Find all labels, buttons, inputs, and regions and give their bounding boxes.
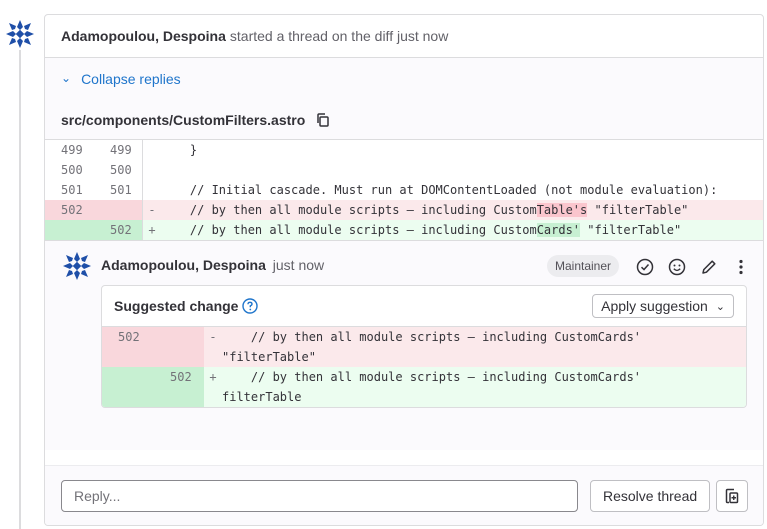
new-line-number <box>154 327 204 367</box>
apply-suggestion-label: Apply suggestion <box>601 298 708 314</box>
note-comment: Adamopoulou, Despoina just now Maintaine… <box>45 240 763 450</box>
role-badge: Maintainer <box>547 255 620 277</box>
diff-code-text: "filterTable" <box>587 203 689 217</box>
note-time[interactable]: just now <box>273 257 324 273</box>
old-line-number[interactable]: 501 <box>45 180 94 200</box>
suggestion-code: // by then all module scripts — includin… <box>222 370 642 404</box>
old-line-number <box>102 367 154 407</box>
chevron-down-icon: ⌄ <box>61 71 72 85</box>
help-icon[interactable] <box>242 298 259 314</box>
note-author[interactable]: Adamopoulou, Despoina <box>101 257 266 273</box>
suggestion-code: // by then all module scripts — includin… <box>222 330 642 364</box>
diff-code-text: // by then all module scripts — includin… <box>161 203 537 217</box>
note-header: Adamopoulou, Despoina just now <box>101 257 324 273</box>
old-line-number[interactable]: 499 <box>45 140 94 160</box>
suggestion-line-removed: 502 - // by then all module scripts — in… <box>102 327 746 367</box>
reply-area: Reply... Resolve thread <box>45 465 763 525</box>
collapse-replies-button[interactable]: ⌄ Collapse replies <box>45 58 763 100</box>
diff-line: 500 500 <box>45 160 763 180</box>
diff-code <box>161 160 763 180</box>
reply-input[interactable]: Reply... <box>61 480 578 512</box>
diff-code: // by then all module scripts — includin… <box>161 200 763 220</box>
thread-author[interactable]: Adamopoulou, Despoina <box>61 28 226 44</box>
new-line-number[interactable] <box>94 200 143 220</box>
thread-header: Adamopoulou, Despoina started a thread o… <box>45 15 763 58</box>
file-header: src/components/CustomFilters.astro <box>45 100 763 140</box>
resolve-check-icon[interactable] <box>633 255 657 279</box>
suggested-change-header: Suggested change Apply suggestion ⌄ <box>102 286 746 327</box>
new-line-number[interactable]: 501 <box>94 180 143 200</box>
old-line-number[interactable]: 500 <box>45 160 94 180</box>
discussion-thread: Adamopoulou, Despoina started a thread o… <box>44 14 764 526</box>
suggested-change-box: Suggested change Apply suggestion ⌄ 502 … <box>101 285 747 408</box>
old-line-number[interactable]: 502 <box>45 200 94 220</box>
diff-code: } <box>161 143 198 157</box>
diff-sign: + <box>148 223 156 237</box>
diff-line-removed: 502 - // by then all module scripts — in… <box>45 200 763 220</box>
note-author-avatar[interactable] <box>61 250 93 282</box>
file-path: src/components/CustomFilters.astro <box>61 111 306 128</box>
diff-line: 499 499 } <box>45 140 763 160</box>
thread-action: started a thread on the diff just now <box>229 28 449 44</box>
apply-suggestion-button[interactable]: Apply suggestion ⌄ <box>592 294 734 318</box>
diff-sign: + <box>209 370 217 384</box>
timeline-line <box>19 50 21 529</box>
diff-code-text: // by then all module scripts — includin… <box>161 223 537 237</box>
diff-highlight-removed: Table's <box>536 203 588 217</box>
diff-code-text: "filterTable" <box>580 223 682 237</box>
new-line-number[interactable]: 499 <box>94 140 143 160</box>
diff-sign <box>143 160 161 180</box>
copy-icon[interactable] <box>315 112 331 128</box>
diff-code: // by then all module scripts — includin… <box>161 220 763 240</box>
new-line-number[interactable]: 500 <box>94 160 143 180</box>
more-actions-icon[interactable] <box>729 255 753 279</box>
suggestion-line-added: 502 + // by then all module scripts — in… <box>102 367 746 407</box>
chevron-down-icon: ⌄ <box>715 300 725 313</box>
edit-pencil-icon[interactable] <box>697 255 721 279</box>
diff-line: 501 501 // Initial cascade. Must run at … <box>45 180 763 200</box>
new-line-number[interactable]: 502 <box>94 220 143 240</box>
author-avatar[interactable] <box>4 18 36 50</box>
diff-sign <box>143 140 161 160</box>
collapse-replies-label: Collapse replies <box>81 71 181 87</box>
old-line-number[interactable] <box>45 220 94 240</box>
diff-sign <box>143 180 161 200</box>
diff-highlight-added: Cards' <box>536 223 581 237</box>
note-actions <box>633 255 753 279</box>
emoji-icon[interactable] <box>665 255 689 279</box>
diff-sign: - <box>209 330 217 344</box>
suggested-change-title: Suggested change <box>114 298 239 314</box>
diff-code: // Initial cascade. Must run at DOMConte… <box>161 183 718 197</box>
diff-view: 499 499 } 500 500 501 501 // Initial cas… <box>45 140 763 240</box>
new-line-number: 502 <box>154 367 204 407</box>
old-line-number: 502 <box>102 327 154 367</box>
create-issue-icon <box>725 488 739 504</box>
resolve-thread-button[interactable]: Resolve thread <box>590 480 711 512</box>
diff-line-added: 502 + // by then all module scripts — in… <box>45 220 763 240</box>
diff-sign: - <box>148 203 156 217</box>
create-issue-button[interactable] <box>716 480 748 512</box>
